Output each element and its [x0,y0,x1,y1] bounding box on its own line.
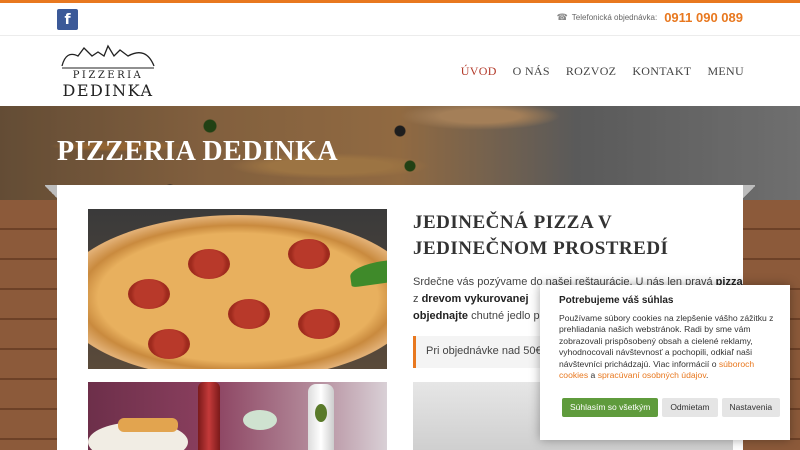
nav-item-uvod[interactable]: ÚVOD [461,64,497,79]
nav-item-rozvoz[interactable]: ROZVOZ [566,64,616,79]
glass [243,410,277,430]
nav-item-kontakt[interactable]: KONTAKT [632,64,691,79]
pepperoni [298,309,340,339]
main-nav: ÚVOD O NÁS ROZVOZ KONTAKT MENU [461,64,744,79]
site-header: PIZZERIA DEDINKA ÚVOD O NÁS ROZVOZ KONTA… [0,36,800,106]
ribbon-fold-left [45,185,57,199]
section-heading: JEDINEČNÁ PIZZA V JEDINEČNOM PROSTREDÍ [413,210,733,262]
phone-label: Telefonická objednávka: [571,13,658,22]
pepperoni [228,299,270,329]
cookie-link-privacy[interactable]: spracúvaní osobných údajov [598,370,706,380]
hero-title: PIZZERIA DEDINKA [57,136,339,167]
cookie-text: Používame súbory cookies na zlepšenie vá… [559,313,779,381]
intro-part2: z [413,293,422,305]
bottle-red [198,382,220,450]
reject-button[interactable]: Odmietam [662,398,718,417]
phone-icon: ☎ [556,12,568,23]
heading-strong: PIZZA [533,212,594,233]
intro-strong-order: objednajte [413,310,469,322]
bottle-olive-oil [308,384,334,450]
accept-all-button[interactable]: Súhlasím so všetkým [562,398,659,417]
settings-button[interactable]: Nastavenia [721,398,781,417]
logo-text-dedinka: DEDINKA [62,81,154,100]
ribbon-fold-right [743,185,755,199]
pizza-slice [118,418,178,432]
restaurant-table-photo [88,382,387,450]
pizza-photo [88,209,387,369]
pepperoni [148,329,190,359]
nav-item-o-nas[interactable]: O NÁS [513,64,550,79]
cookie-title: Potrebujeme váš súhlas [559,295,674,306]
cookie-between: a [588,370,598,381]
cookie-end: . [706,370,709,381]
logo[interactable]: PIZZERIA DEDINKA [58,42,158,100]
phone-number[interactable]: 0911 090 089 [664,10,743,25]
phone-order: ☎ Telefonická objednávka: 0911 090 089 [557,10,743,25]
intro-part4: chutné jedlo pri [468,310,546,322]
intro-strong-wood: drevom vykurovanej [421,293,529,305]
pepperoni [128,279,170,309]
cookie-consent-dialog: Potrebujeme váš súhlas Používame súbory … [540,285,790,440]
logo-text-pizzeria: PIZZERIA [72,70,144,81]
nav-item-menu[interactable]: MENU [707,64,744,79]
heading-part1: JEDINEČNÁ [413,212,534,233]
pepperoni [188,249,230,279]
top-bar: f ☎ Telefonická objednávka: 0911 090 089 [0,3,800,36]
facebook-icon[interactable]: f [57,9,78,30]
pepperoni [288,239,330,269]
cookie-buttons: Súhlasím so všetkým Odmietam Nastavenia [562,398,781,417]
